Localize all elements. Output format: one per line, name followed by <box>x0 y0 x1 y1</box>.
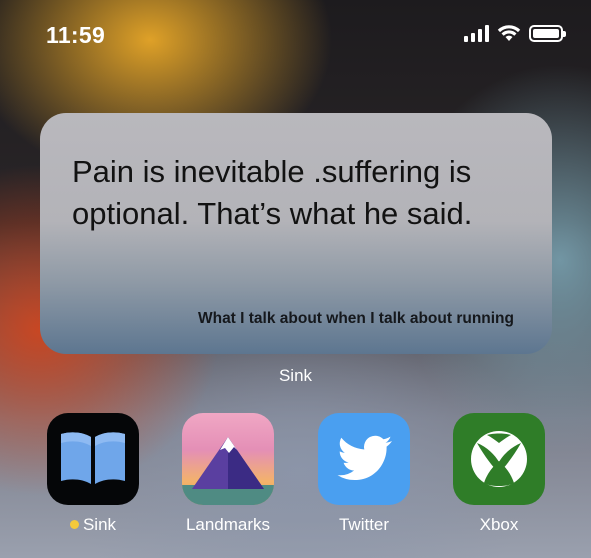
app-label-xbox: Xbox <box>479 515 519 534</box>
widget-app-label: Sink <box>278 366 313 385</box>
status-icons <box>464 24 566 42</box>
app-label-landmarks: Landmarks <box>185 515 271 534</box>
status-bar: 11:59 <box>0 0 591 70</box>
xbox-icon <box>453 413 545 505</box>
app-landmarks[interactable]: Landmarks <box>182 413 274 534</box>
app-sink[interactable]: Sink <box>47 413 139 534</box>
app-label-twitter: Twitter <box>338 515 390 534</box>
widget-source: What I talk about when I talk about runn… <box>197 310 514 327</box>
status-time: 11:59 <box>46 22 106 48</box>
book-icon <box>47 413 139 505</box>
wifi-icon <box>497 25 521 41</box>
quote-widget[interactable]: Pain is inevitable .suffering is optiona… <box>40 113 552 354</box>
app-label-sink: Sink <box>17 515 169 535</box>
widget-quote: Pain is inevitable .suffering is optiona… <box>72 154 473 231</box>
app-xbox[interactable]: Xbox <box>453 413 545 534</box>
twitter-bird-icon <box>318 413 410 505</box>
new-indicator-dot <box>69 520 79 529</box>
app-twitter[interactable]: Twitter <box>318 413 410 534</box>
battery-icon <box>529 24 566 42</box>
cellular-signal-icon <box>464 24 489 42</box>
mountain-icon <box>182 413 274 505</box>
